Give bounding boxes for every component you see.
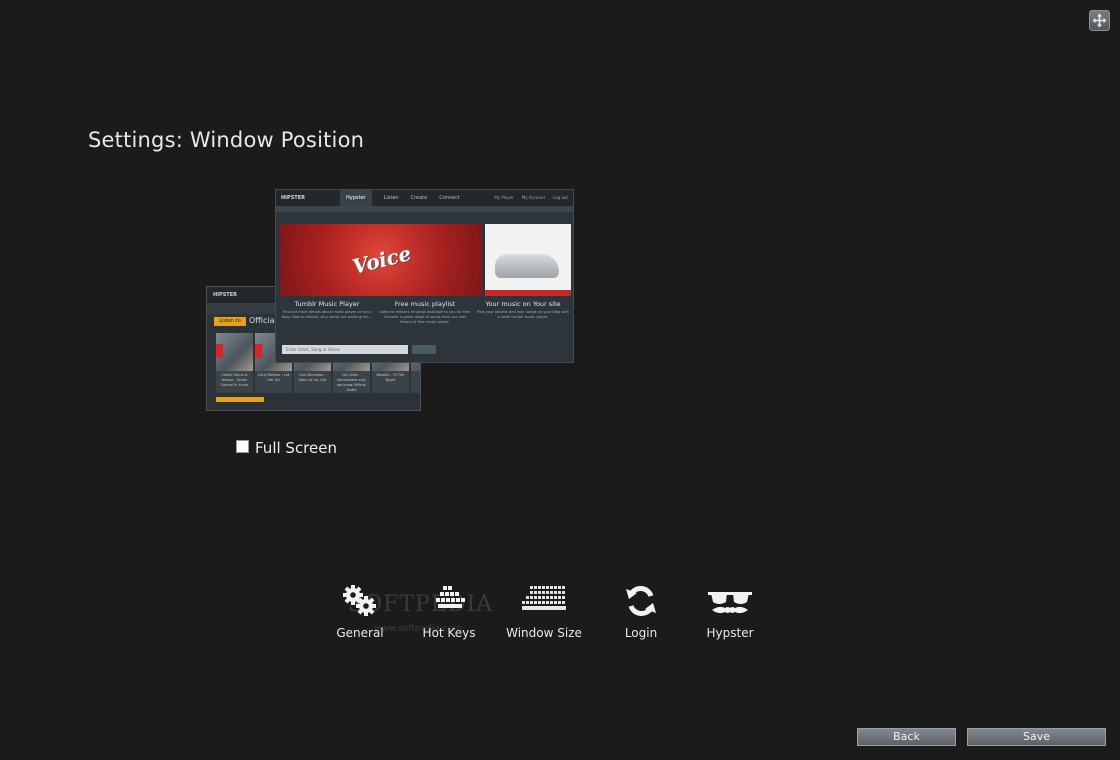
nav-hot-keys[interactable]: Hot Keys — [419, 584, 479, 644]
preview-search: Enter Artist, Song or Genre — [282, 345, 408, 354]
keyboard-grid-icon — [522, 586, 566, 610]
nav-window-size[interactable]: Window Size — [506, 584, 582, 644]
nav-hypster-label: Hypster — [706, 626, 754, 640]
gears-icon — [343, 585, 376, 616]
preview-tab: Listen to — [214, 317, 246, 326]
nav-login-label: Login — [624, 626, 658, 640]
nav-login[interactable]: Login — [611, 584, 671, 644]
preview-banner: Voice — [280, 224, 482, 296]
sunglasses-mustache-icon — [708, 592, 752, 614]
nav-general[interactable]: General — [330, 584, 390, 644]
fullscreen-label[interactable]: Full Screen — [255, 439, 337, 457]
refresh-icon — [626, 586, 656, 616]
page-title: Settings: Window Position — [88, 128, 365, 152]
fullscreen-checkbox[interactable] — [236, 440, 249, 453]
back-button[interactable]: Back — [857, 728, 956, 746]
preview-ad — [485, 224, 571, 296]
nav-hot-keys-label: Hot Keys — [422, 626, 476, 640]
preview-nav: Hypster Listen Create Connect — [340, 190, 460, 206]
nav-window-size-label: Window Size — [506, 626, 582, 640]
keyboard-keys-icon — [436, 586, 465, 608]
nav-hypster[interactable]: Hypster — [700, 584, 760, 644]
preview-thumb: Calvin Harris & Alesso - Under Control f… — [216, 333, 253, 393]
window-preview-large[interactable]: HIPSTER Hypster Listen Create Connect My… — [275, 189, 574, 363]
nav-general-label: General — [336, 626, 384, 640]
preview-logo: HIPSTER — [281, 195, 305, 201]
preview-search-button — [412, 345, 436, 354]
move-arrows-icon — [1092, 13, 1107, 28]
preview-logo: HIPSTER — [213, 292, 237, 298]
move-window-button[interactable] — [1089, 10, 1110, 31]
save-button[interactable]: Save — [967, 728, 1106, 746]
